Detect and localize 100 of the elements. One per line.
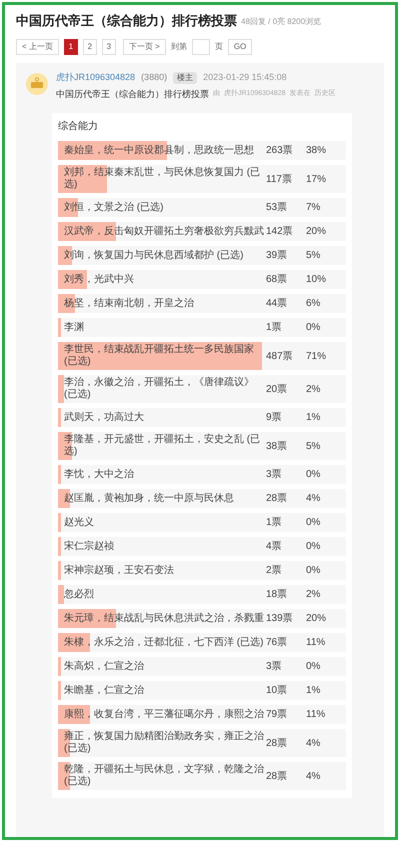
vote-percent: 5% [306, 440, 320, 454]
poll-option-row[interactable]: 刘恒，文景之治 (已选) 53票 7% [58, 198, 346, 218]
vote-count: 142票 [266, 225, 294, 240]
vote-count: 263票 [266, 144, 294, 158]
page-number-button[interactable]: 3 [102, 39, 116, 56]
vote-count: 2票 [266, 564, 283, 578]
poll-option-row[interactable]: 秦始皇，统一中原设郡县制，思政统一思想 263票 38% [58, 141, 346, 160]
vote-count: 1票 [266, 321, 283, 336]
poll-option-row[interactable]: 宋仁宗赵祯 4票 0% [58, 537, 346, 556]
vote-percent: 5% [306, 249, 320, 264]
page-number-button[interactable]: 1 [64, 39, 78, 56]
vote-count: 1票 [266, 516, 283, 530]
vote-percent: 0% [306, 660, 320, 674]
vote-percent: 4% [306, 770, 320, 784]
vote-percent: 10% [306, 273, 326, 288]
vote-count: 3票 [266, 660, 283, 674]
vote-percent: 0% [306, 321, 320, 336]
vote-count: 28票 [266, 736, 288, 751]
poll-option-row[interactable]: 汉武帝，反击匈奴开疆拓土穷奢极欲穷兵黩武 142票 20% [58, 222, 346, 242]
vote-count: 18票 [266, 588, 288, 602]
vote-count: 487票 [266, 350, 294, 364]
vote-percent: 6% [306, 297, 320, 312]
option-label: 杨坚，结束南北朝，开皇之治 [63, 298, 195, 310]
post-time: 2023-01-29 15:45:08 [203, 71, 287, 84]
poll-option-row[interactable]: 赵光义 1票 0% [58, 513, 346, 532]
poll-option-row[interactable]: 刘询，恢复国力与民休息西域都护 (已选) 39票 5% [58, 246, 346, 266]
poll-option-row[interactable]: 刘秀，光武中兴 68票 10% [58, 270, 346, 290]
vote-percent: 0% [306, 468, 320, 482]
option-label: 雍正，恢复国力励精图治勤政务实，雍正之治 (已选) [63, 731, 265, 756]
vote-percent: 7% [306, 201, 320, 216]
poll-option-row[interactable]: 康熙，收复台湾，平三藩征噶尔丹，康熙之治 79票 11% [58, 705, 346, 724]
poll-option-row[interactable]: 李世民，结束战乱开疆拓土统一多民族国家 (已选) 487票 71% [58, 342, 346, 370]
vote-count: 79票 [266, 708, 288, 722]
vote-count: 28票 [266, 492, 288, 506]
poll-option-row[interactable]: 朱棣，永乐之治，迁都北征，七下西洋 (已选) 76票 11% [58, 633, 346, 652]
vote-count: 28票 [266, 770, 288, 784]
vote-percent: 0% [306, 516, 320, 530]
poll-option-row[interactable]: 李忱，大中之治 3票 0% [58, 465, 346, 484]
vote-count: 44票 [266, 297, 288, 312]
vote-count: 10票 [266, 684, 288, 698]
vote-count: 117票 [266, 172, 293, 187]
option-label: 朱高炽，仁宣之治 [63, 660, 145, 673]
page-number-button[interactable]: 2 [82, 39, 97, 56]
option-label: 李世民，结束战乱开疆拓土统一多民族国家 (已选) [63, 344, 255, 368]
page-input[interactable] [192, 39, 210, 56]
vote-count: 139票 [266, 612, 294, 626]
vote-count: 76票 [266, 636, 288, 650]
vote-count: 39票 [266, 249, 288, 264]
vote-percent: 2% [306, 382, 320, 397]
poll-option-row[interactable]: 宋神宗赵顼，王安石变法 2票 0% [58, 561, 346, 580]
poll-option-row[interactable]: 李渊 1票 0% [58, 318, 346, 338]
vote-count: 53票 [266, 201, 288, 216]
next-page-button[interactable]: 下一页 > [122, 39, 166, 56]
vote-percent: 0% [306, 540, 320, 554]
poll-option-row[interactable]: 朱高炽，仁宣之治 3票 0% [58, 657, 346, 676]
vote-count: 3票 [266, 468, 283, 482]
option-label: 乾隆，开疆拓土与民休息，文字狱，乾隆之治 (已选) [63, 764, 265, 788]
poll-option-row[interactable]: 朱元璋，结束战乱与民休息洪武之治，杀戮重 139票 20% [58, 609, 346, 628]
option-label: 朱瞻基，仁宣之治 [63, 684, 145, 697]
vote-percent: 11% [306, 708, 326, 722]
avatar-icon [26, 73, 48, 96]
poll-heading: 综合能力 [58, 120, 99, 134]
vote-count: 9票 [266, 411, 283, 426]
option-label: 刘恒，文景之治 (已选) [63, 202, 164, 214]
option-label: 忽必烈 [63, 588, 95, 601]
previous-page-button[interactable]: < 上一页 [16, 39, 59, 56]
poll-option-row[interactable]: 赵匡胤，黄袍加身，统一中原与民休息 28票 4% [58, 489, 346, 508]
poll-option-row[interactable]: 忽必烈 18票 2% [58, 585, 346, 604]
vote-percent: 20% [306, 225, 326, 240]
poll-option-row[interactable]: 杨坚，结束南北朝，开皇之治 44票 6% [58, 294, 346, 314]
vote-count: 68票 [266, 273, 288, 288]
thread-stats: 48回复 / 0亮 8200浏览 [241, 16, 322, 28]
vote-percent: 1% [306, 411, 320, 426]
vote-count: 20票 [266, 382, 288, 397]
vote-percent: 11% [306, 636, 326, 650]
vote-percent: 38% [306, 144, 326, 158]
vote-percent: 4% [306, 492, 320, 506]
poll-option-row[interactable]: 李治，永徽之治，开疆拓土，《唐律疏议》(已选) 20票 2% [58, 375, 346, 404]
option-label: 秦始皇，统一中原设郡县制，思政统一思想 [63, 144, 255, 157]
option-label: 李渊 [63, 322, 85, 334]
vote-percent: 2% [306, 588, 320, 602]
username-link[interactable]: 虎扑JR1096304828 [56, 71, 136, 85]
vote-percent: 1% [306, 684, 320, 698]
vote-percent: 20% [306, 612, 326, 626]
option-label: 刘秀，光武中兴 [63, 274, 135, 286]
option-label: 宋神宗赵顼，王安石变法 [63, 564, 175, 577]
op-badge: 楼主 [173, 72, 198, 84]
go-button[interactable]: GO [228, 39, 252, 56]
vote-count: 4票 [266, 540, 283, 554]
option-label: 汉武帝，反击匈奴开疆拓土穷奢极欲穷兵黩武 [63, 226, 265, 238]
option-label: 武则天，功高过大 [63, 412, 145, 424]
poll-option-row[interactable]: 武则天，功高过大 9票 1% [58, 408, 346, 428]
vote-percent: 17% [306, 172, 326, 187]
page-title: 中国历代帝王（综合能力）排行榜投票 [16, 13, 237, 30]
option-label: 刘邦，结束秦末乱世，与民休息恢复国力 (已选) [63, 167, 262, 192]
poll-option-row[interactable]: 朱瞻基，仁宣之治 10票 1% [58, 681, 346, 700]
user-score: (3880) [141, 71, 168, 84]
option-label: 朱棣，永乐之治，迁都北征，七下西洋 (已选) [63, 636, 264, 649]
option-label: 李治，永徽之治，开疆拓土，《唐律疏议》(已选) [63, 377, 255, 402]
vote-percent: 71% [306, 350, 326, 364]
